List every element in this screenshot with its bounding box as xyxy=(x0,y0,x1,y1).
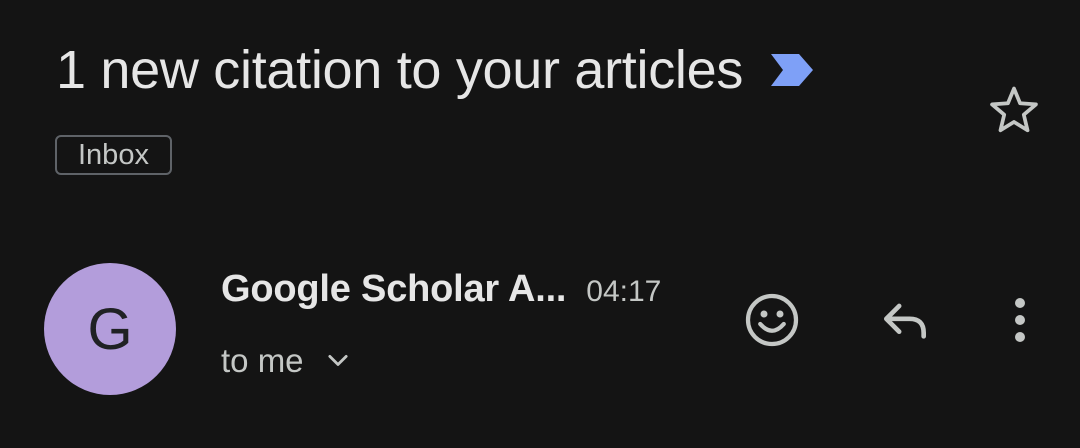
avatar-initial: G xyxy=(87,296,133,362)
chevron-down-icon xyxy=(324,347,352,375)
reply-icon xyxy=(884,303,926,339)
more-vert-icon xyxy=(1015,298,1025,342)
star-button[interactable] xyxy=(984,80,1044,140)
emoji-smile-icon xyxy=(745,293,799,347)
more-options-button[interactable] xyxy=(990,290,1050,350)
subject-row: 1 new citation to your articles xyxy=(56,38,815,102)
email-time: 04:17 xyxy=(586,275,662,308)
importance-marker-icon[interactable] xyxy=(769,52,815,88)
label-text: Inbox xyxy=(78,138,149,171)
recipient-details-toggle[interactable]: to me xyxy=(221,342,352,380)
reply-button[interactable] xyxy=(875,290,935,350)
sender-row: Google Scholar A... 04:17 xyxy=(221,268,661,311)
recipient-text: to me xyxy=(221,342,304,379)
sender-name[interactable]: Google Scholar A... xyxy=(221,268,566,311)
add-reaction-button[interactable] xyxy=(742,290,802,350)
inbox-label-chip[interactable]: Inbox xyxy=(55,135,172,175)
email-subject: 1 new citation to your articles xyxy=(56,40,744,100)
email-header: 1 new citation to your articles Inbox G … xyxy=(0,0,1080,448)
sender-avatar[interactable]: G xyxy=(44,263,176,395)
star-icon xyxy=(990,86,1038,133)
